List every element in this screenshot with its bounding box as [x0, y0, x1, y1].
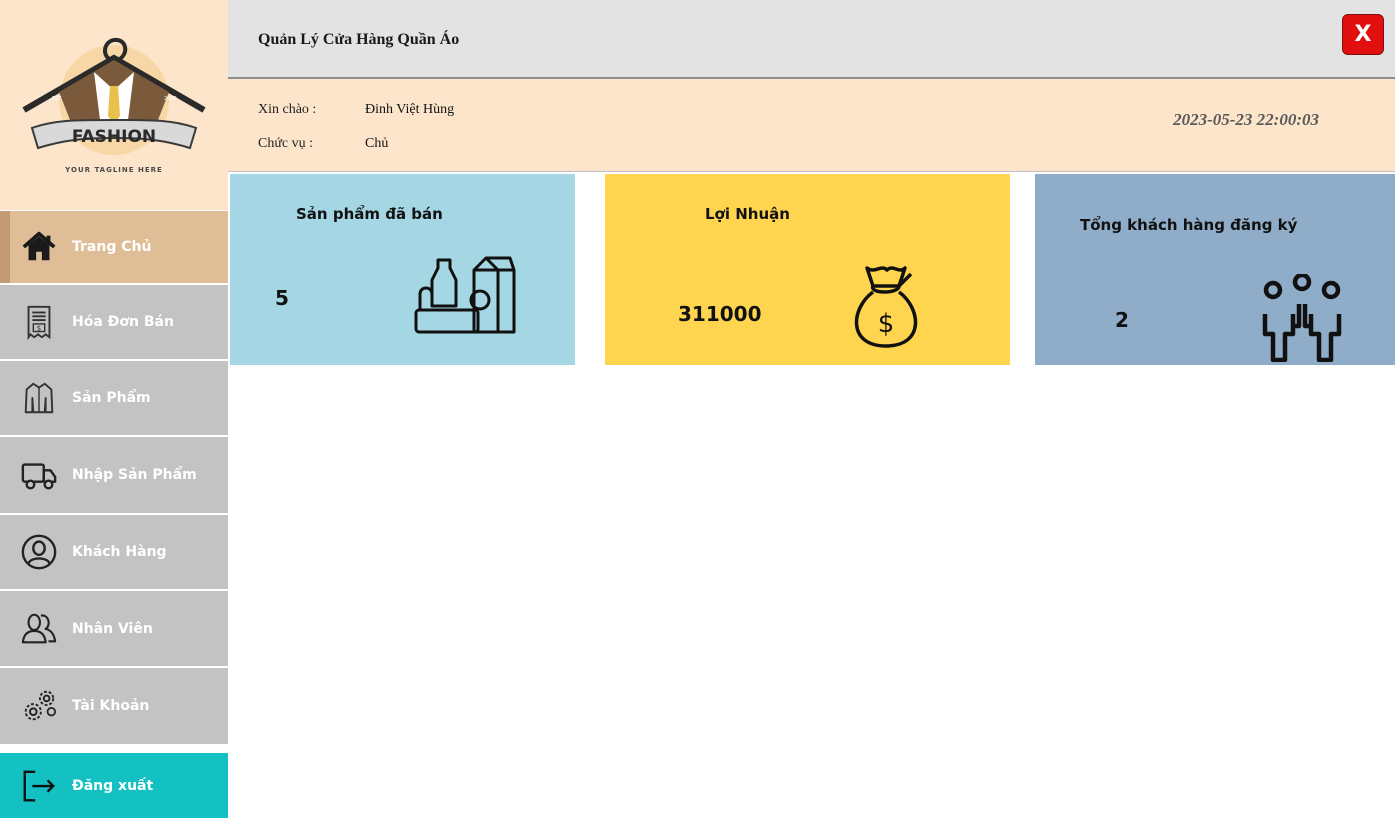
card-title: Tổng khách hàng đăng ký	[1080, 216, 1298, 234]
sidebar-item-khach-hang[interactable]: Khách Hàng	[0, 515, 228, 589]
card-title: Sản phẩm đã bán	[296, 205, 443, 223]
card-value: 5	[275, 286, 289, 310]
home-icon	[22, 231, 56, 261]
fashion-logo: FASHION EST. 2000	[22, 37, 206, 155]
sidebar-item-label: Trang Chủ	[72, 239, 152, 255]
sidebar-item-nhan-vien[interactable]: Nhân Viên	[0, 591, 228, 666]
users-icon	[21, 613, 57, 643]
sidebar-item-san-pham[interactable]: Sản Phẩm	[0, 361, 228, 435]
money-bag-icon: $	[854, 266, 918, 348]
sidebar-item-label: Khách Hàng	[72, 544, 167, 560]
role-label: Chức vụ :	[258, 136, 314, 151]
svg-text:$: $	[878, 309, 895, 339]
sidebar-item-label: Nhập Sản Phẩm	[72, 467, 197, 483]
card-profit: Lợi Nhuận 311000 $	[605, 174, 1010, 365]
logo-brand-text: FASHION	[72, 127, 156, 147]
card-value: 311000	[678, 302, 762, 326]
sidebar-item-label: Tài Khoản	[72, 698, 150, 714]
sidebar-item-tai-khoan[interactable]: Tài Khoản	[0, 668, 228, 744]
logo-year-text: 2000	[164, 96, 177, 102]
sidebar-item-trang-chu[interactable]: Trang Chủ	[0, 211, 228, 283]
sidebar-item-label: Sản Phẩm	[72, 390, 151, 406]
app-title: Quản Lý Cửa Hàng Quần Áo	[258, 31, 460, 48]
people-network-icon	[1262, 274, 1342, 362]
sidebar-item-nhap-san-pham[interactable]: Nhập Sản Phẩm	[0, 437, 228, 513]
sidebar-item-label: Nhân Viên	[72, 620, 153, 637]
title-bar: Quản Lý Cửa Hàng Quần Áo X	[228, 0, 1395, 79]
user-name: Đinh Việt Hùng	[365, 102, 455, 117]
logo-est-text: EST.	[52, 96, 63, 102]
close-button[interactable]: X	[1342, 14, 1384, 55]
user-role: Chủ	[365, 136, 389, 151]
logout-icon	[23, 770, 55, 801]
greeting-label: Xin chào :	[258, 102, 317, 117]
jacket-icon	[24, 382, 54, 414]
gears-icon	[24, 690, 57, 721]
datetime-display: 2023-05-23 22:00:03	[1173, 110, 1319, 129]
sidebar-item-label: Đăng xuất	[72, 777, 154, 794]
logo-area: FASHION EST. 2000 YOUR TAGLINE HERE	[0, 0, 228, 210]
sidebar-item-hoa-don-ban[interactable]: $ Hóa Đơn Bán	[0, 285, 228, 359]
active-indicator	[0, 211, 10, 283]
card-products-sold: Sản phẩm đã bán 5	[230, 174, 575, 365]
groceries-icon	[414, 256, 516, 334]
card-registered-customers: Tổng khách hàng đăng ký 2	[1035, 174, 1395, 365]
sidebar-item-label: Hóa Đơn Bán	[72, 314, 174, 330]
receipt-icon: $	[27, 305, 51, 341]
svg-text:$: $	[37, 325, 41, 333]
user-info-bar: Xin chào : Đinh Việt Hùng Chức vụ : Chủ …	[228, 79, 1395, 172]
card-value: 2	[1115, 308, 1129, 332]
user-circle-icon	[21, 534, 57, 570]
truck-icon	[21, 463, 57, 490]
sidebar: FASHION EST. 2000 YOUR TAGLINE HERE Tran…	[0, 0, 228, 818]
card-title: Lợi Nhuận	[705, 205, 790, 223]
sidebar-item-dang-xuat[interactable]: Đăng xuất	[0, 753, 228, 818]
logo-tagline: YOUR TAGLINE HERE	[65, 166, 163, 174]
